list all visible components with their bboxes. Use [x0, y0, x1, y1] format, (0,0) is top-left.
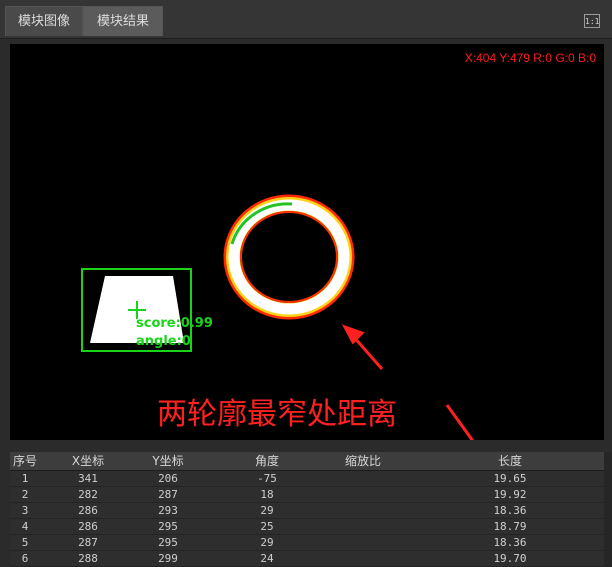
table-header: 序号 X坐标 Y坐标 角度 缩放比 长度	[10, 452, 604, 471]
result-table: 序号 X坐标 Y坐标 角度 缩放比 长度 1 341 206 -75 19.65 2 282…	[10, 452, 604, 567]
cell-x: 286	[78, 520, 98, 533]
cell-angle: 25	[260, 520, 274, 533]
cell-x: 341	[78, 472, 98, 485]
cell-y: 295	[158, 520, 178, 533]
match-score-label: score:0.99	[136, 316, 213, 331]
table-row[interactable]: 5 287 295 29 18.36	[10, 535, 604, 551]
match-angle-label: angle:0	[136, 334, 191, 349]
header-x[interactable]: X坐标	[58, 452, 118, 470]
tab-module-image[interactable]: 模块图像	[5, 6, 83, 36]
image-viewer[interactable]: score:0.99 angle:0 X:404 Y:479 R:0 G:0 B…	[10, 44, 604, 440]
table-row[interactable]: 4 286 295 25 18.79	[10, 519, 604, 535]
cell-angle: -75	[257, 472, 277, 485]
fit-actual-size-button[interactable]: 1:1	[584, 14, 600, 28]
cell-length: 19.70	[493, 552, 527, 565]
cell-index: 5	[21, 536, 29, 549]
cell-length: 18.36	[493, 536, 527, 549]
table-scrollbar[interactable]	[604, 452, 612, 567]
annotation-text: 两轮廓最窄处距离	[157, 397, 397, 432]
cell-x: 286	[78, 504, 98, 517]
cell-length: 19.65	[493, 472, 527, 485]
header-angle[interactable]: 角度	[237, 452, 297, 470]
cell-length: 19.92	[493, 488, 527, 501]
cell-length: 18.36	[493, 504, 527, 517]
table-row[interactable]: 1 341 206 -75 19.65	[10, 471, 604, 487]
cell-y: 287	[158, 488, 178, 501]
cell-index: 2	[21, 488, 29, 501]
tab-module-result[interactable]: 模块结果	[83, 6, 163, 36]
cell-x: 282	[78, 488, 98, 501]
header-length[interactable]: 长度	[480, 452, 540, 470]
cell-index: 3	[21, 504, 29, 517]
cell-index: 1	[21, 472, 29, 485]
table-row[interactable]: 2 282 287 18 19.92	[10, 487, 604, 503]
annotation-arrow-right	[445, 404, 475, 440]
image-canvas: score:0.99 angle:0	[81, 194, 475, 440]
header-scale[interactable]: 缩放比	[318, 452, 408, 470]
ring-contour	[223, 194, 355, 320]
cell-x: 288	[78, 552, 98, 565]
tab-bar: 模块图像 模块结果 1:1	[0, 0, 612, 39]
table-row[interactable]: 3 286 293 29 18.36	[10, 503, 604, 519]
cell-index: 6	[21, 552, 29, 565]
cell-angle: 29	[260, 536, 274, 549]
cell-length: 18.79	[493, 520, 527, 533]
cell-y: 206	[158, 472, 178, 485]
cell-y: 299	[158, 552, 178, 565]
table-row[interactable]: 6 288 299 24 19.70	[10, 551, 604, 567]
cell-y: 295	[158, 536, 178, 549]
cell-x: 287	[78, 536, 98, 549]
header-y[interactable]: Y坐标	[138, 452, 198, 470]
cell-index: 4	[21, 520, 29, 533]
cell-angle: 24	[260, 552, 274, 565]
pixel-readout: X:404 Y:479 R:0 G:0 B:0	[464, 51, 596, 65]
annotation-arrow-left	[341, 324, 384, 370]
cell-angle: 29	[260, 504, 274, 517]
header-index[interactable]: 序号	[10, 452, 40, 470]
cell-angle: 18	[260, 488, 274, 501]
cell-y: 293	[158, 504, 178, 517]
